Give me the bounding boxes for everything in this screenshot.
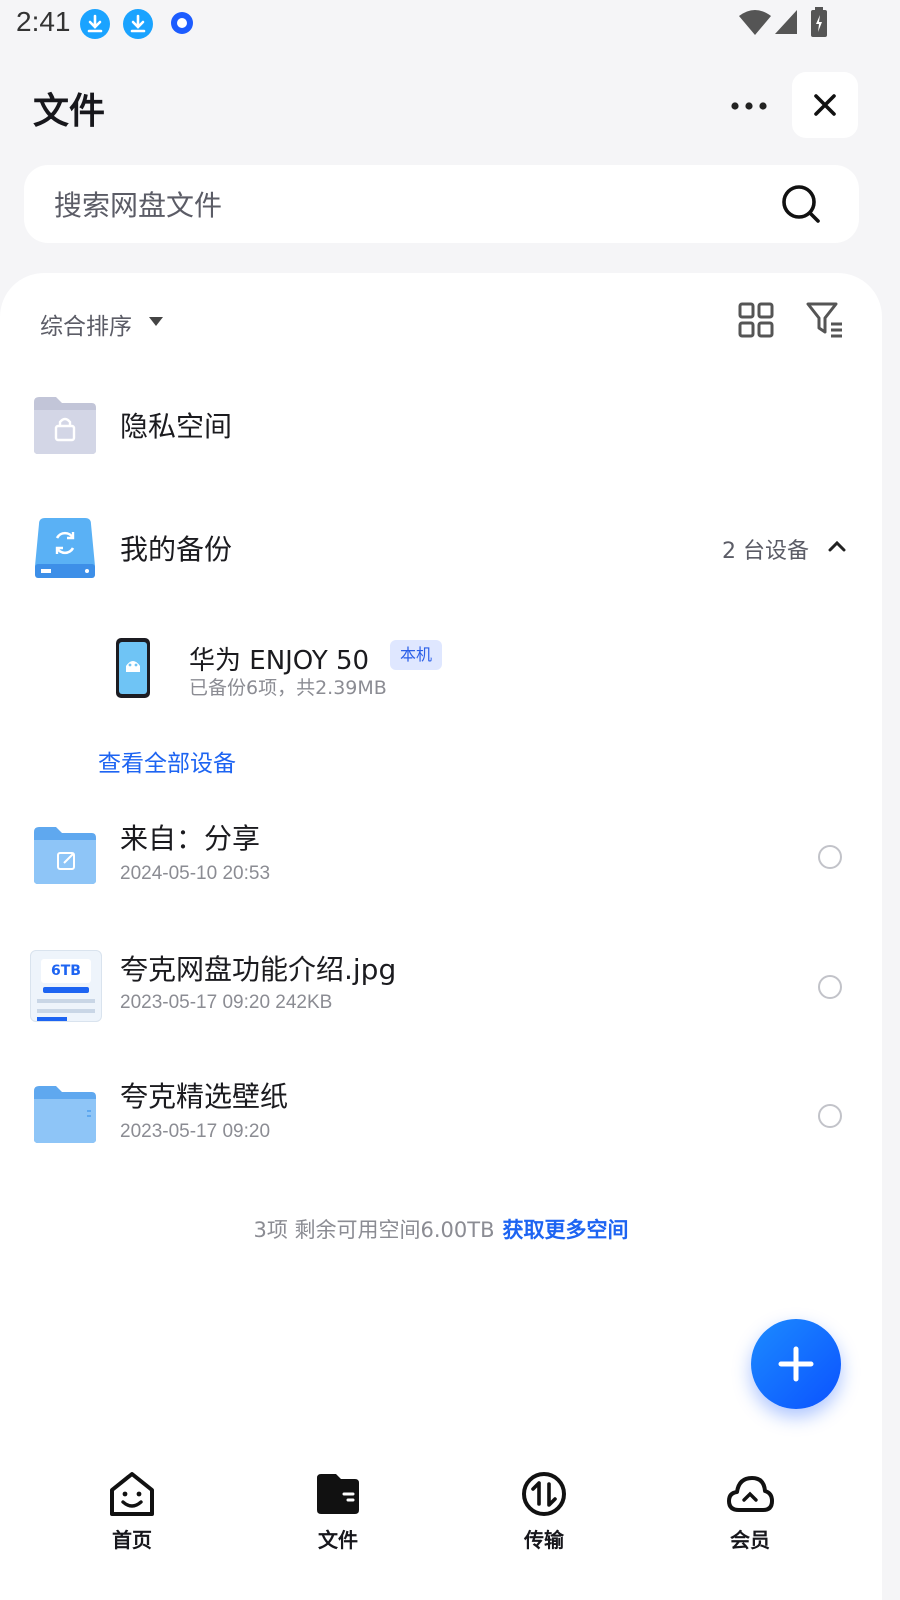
app-notification-icon — [171, 12, 193, 34]
more-dots-icon — [731, 102, 767, 110]
more-options-button[interactable] — [730, 86, 770, 126]
shared-folder-icon — [34, 827, 96, 884]
signal-icon — [775, 10, 797, 34]
search-bar[interactable] — [24, 165, 859, 245]
device-name: 华为 ENJOY 50 — [189, 646, 370, 676]
home-face-icon — [110, 1472, 154, 1516]
storage-summary-text: 3项 剩余可用空间6.00TB — [253, 1218, 495, 1242]
phone-icon — [116, 638, 150, 698]
file-title: 来自：分享 — [120, 822, 261, 855]
plus-icon — [778, 1346, 814, 1382]
file-meta: 2024-05-10 20:53 — [120, 863, 271, 884]
folder-icon — [317, 1474, 359, 1514]
transfer-icon — [522, 1472, 566, 1516]
sort-dropdown[interactable]: 综合排序 — [40, 307, 132, 341]
privacy-space-title: 隐私空间 — [120, 410, 233, 443]
cloud-icon — [727, 1476, 774, 1512]
download-notification-icon — [123, 9, 153, 39]
close-button[interactable] — [792, 72, 858, 138]
caret-down-icon[interactable] — [148, 315, 164, 327]
my-backup-title: 我的备份 — [120, 533, 233, 566]
select-radio[interactable] — [818, 845, 842, 869]
filter-icon[interactable] — [806, 300, 844, 338]
image-thumbnail: 6TB — [30, 950, 102, 1022]
wifi-icon — [739, 10, 771, 35]
battery-icon — [811, 7, 827, 37]
select-radio[interactable] — [818, 1104, 842, 1128]
download-notification-icon — [80, 9, 110, 39]
locked-folder-icon — [34, 397, 96, 454]
nav-files[interactable]: 文件 — [278, 1470, 398, 1553]
nav-member[interactable]: 会员 — [690, 1470, 810, 1553]
nav-transfer[interactable]: 传输 — [484, 1470, 604, 1553]
nav-label: 文件 — [318, 1528, 358, 1552]
folder-icon — [34, 1086, 96, 1143]
view-all-devices-link[interactable]: 查看全部设备 — [98, 744, 236, 778]
thumbnail-text: 6TB — [41, 959, 91, 983]
file-title: 夸克网盘功能介绍.jpg — [120, 953, 397, 986]
add-button[interactable] — [751, 1319, 841, 1409]
get-more-space-link[interactable]: 获取更多空间 — [503, 1218, 629, 1242]
devices-count[interactable]: 2 台设备 — [722, 533, 809, 565]
status-time: 2:41 — [16, 6, 71, 37]
nav-label: 首页 — [112, 1528, 152, 1552]
file-title: 夸克精选壁纸 — [120, 1080, 289, 1113]
nav-label: 传输 — [524, 1528, 564, 1552]
device-backup-summary: 已备份6项，共2.39MB — [189, 677, 387, 699]
file-meta: 2023-05-17 09:20 242KB — [120, 992, 333, 1013]
chevron-up-icon[interactable] — [828, 540, 846, 552]
grid-view-icon[interactable] — [738, 302, 774, 338]
select-radio[interactable] — [818, 975, 842, 999]
page-title: 文件 — [33, 91, 106, 132]
storage-summary: 3项 剩余可用空间6.00TB 获取更多空间 — [0, 1214, 882, 1244]
close-icon — [814, 94, 836, 116]
nav-label: 会员 — [730, 1528, 770, 1552]
backup-drive-icon — [35, 518, 95, 578]
nav-home[interactable]: 首页 — [72, 1470, 192, 1553]
file-meta: 2023-05-17 09:20 — [120, 1121, 271, 1142]
search-input[interactable] — [52, 165, 736, 245]
search-icon[interactable] — [781, 184, 821, 224]
this-device-badge: 本机 — [390, 640, 443, 670]
